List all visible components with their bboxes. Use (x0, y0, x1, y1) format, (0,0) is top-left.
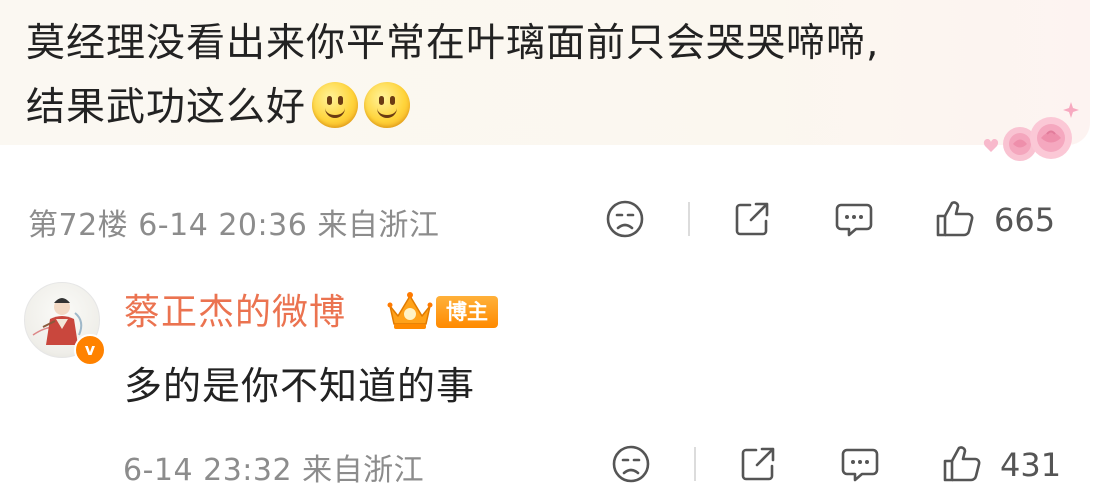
divider (694, 447, 696, 481)
like-icon[interactable] (933, 197, 977, 241)
blogger-badge: 博主 (436, 296, 498, 328)
divider (688, 202, 690, 236)
verified-badge-icon: v (74, 334, 106, 366)
comment-bubble: 莫经理没看出来你平常在叶璃面前只会哭哭啼啼, 结果武功这么好 (0, 0, 1090, 161)
comment-icon[interactable] (832, 197, 876, 241)
comment-text-line1: 莫经理没看出来你平常在叶璃面前只会哭哭啼啼, (26, 21, 880, 66)
reply-username[interactable]: 蔡正杰的微博 (124, 283, 346, 335)
like-count: 431 (1000, 446, 1062, 484)
reply-text: 多的是你不知道的事 (124, 364, 476, 408)
like-icon[interactable] (940, 442, 984, 486)
share-icon[interactable] (736, 442, 780, 486)
dislike-face-icon[interactable] (609, 442, 653, 486)
rose-decoration-icon (983, 102, 1079, 161)
comment-meta: 第72楼 6-14 20:36 来自浙江 (28, 208, 440, 243)
comment-icon[interactable] (838, 442, 882, 486)
comment-text-line2: 结果武功这么好 (26, 76, 1026, 140)
comment-text: 莫经理没看出来你平常在叶璃面前只会哭哭啼啼, 结果武功这么好 (26, 12, 1026, 140)
dislike-face-icon[interactable] (603, 197, 647, 241)
smile-emoji-icon (364, 82, 411, 128)
crown-icon (387, 292, 433, 329)
reply-meta: 6-14 23:32 来自浙江 (123, 453, 425, 488)
share-icon[interactable] (730, 197, 774, 241)
like-count: 665 (994, 201, 1056, 239)
smile-emoji-icon (312, 82, 359, 128)
